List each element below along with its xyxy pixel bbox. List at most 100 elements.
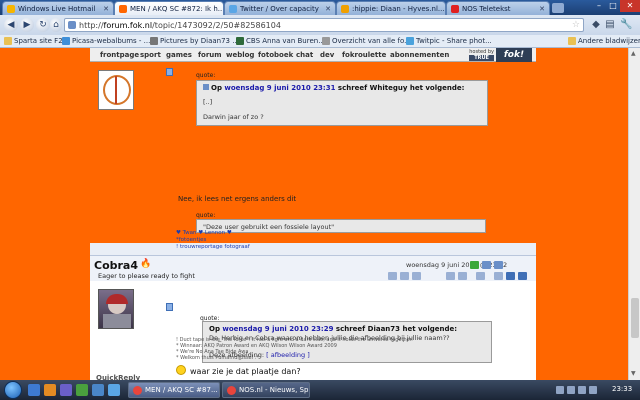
- post-date[interactable]: woensdag 9 juni 2010 @ 23:32: [406, 261, 507, 269]
- hosted-by-badge[interactable]: hosted by TRUE: [469, 49, 494, 61]
- messenger-icon[interactable]: [108, 384, 120, 396]
- multiquote-icon[interactable]: [476, 272, 485, 280]
- page-icon: [150, 37, 158, 45]
- nav-link[interactable]: chat: [296, 51, 313, 59]
- avatar[interactable]: [98, 70, 134, 110]
- tab-strip: Windows Live Hotmail ✕ MEN / AKQ SC #872…: [0, 0, 640, 15]
- quote-date-link[interactable]: woensdag 9 juni 2010 23:31: [224, 84, 335, 92]
- minimize-button[interactable]: –: [592, 0, 606, 12]
- signature: ! Duct tape is like "the force": It has …: [176, 337, 413, 361]
- forum-post: quote: Op woensdag 9 juni 2010 23:29 sch…: [90, 281, 536, 380]
- pm-icon[interactable]: [400, 272, 409, 280]
- profile-icon[interactable]: [388, 272, 397, 280]
- smiley-icon: [176, 365, 186, 375]
- page-icon: [68, 21, 76, 29]
- page-viewport: frontpage sport games forum weblog fotob…: [0, 48, 628, 380]
- quote-text: Darwin jaar of zo ?: [203, 113, 264, 121]
- explorer-icon[interactable]: [28, 384, 40, 396]
- back-button[interactable]: ◀: [4, 18, 18, 32]
- signature-link[interactable]: *fotoentjes: [176, 237, 250, 244]
- tab-hyves[interactable]: :hippie: Diaan - Hyves.nl... ✕: [336, 1, 446, 15]
- nav-link[interactable]: forum: [198, 51, 222, 59]
- username[interactable]: Cobra4: [94, 259, 138, 272]
- nav-link[interactable]: sport: [140, 51, 161, 59]
- warn-icon[interactable]: [412, 272, 421, 280]
- report-icon[interactable]: [494, 261, 503, 269]
- clock[interactable]: 23:33: [612, 385, 632, 393]
- taskbar: MEN / AKQ SC #87... NOS.nl - Nieuws, Sp.…: [0, 380, 640, 400]
- bookmark-item[interactable]: Twitpic - Share phot...: [406, 37, 492, 45]
- bookmark-item[interactable]: CBS Anna van Buren...: [236, 37, 325, 45]
- scrollbar[interactable]: ▲ ▼: [628, 48, 640, 380]
- app-icon[interactable]: [76, 384, 88, 396]
- tab-nos[interactable]: NOS Teletekst ✕: [446, 1, 550, 15]
- reload-button[interactable]: ↻: [36, 18, 50, 32]
- hotmail-icon: [7, 4, 15, 13]
- bookmark-item[interactable]: Picasa-webalbums - ...: [62, 37, 150, 45]
- message-icon[interactable]: [166, 68, 173, 76]
- nav-link[interactable]: games: [166, 51, 192, 59]
- taskbar-button[interactable]: MEN / AKQ SC #87...: [128, 382, 220, 398]
- quote-ellipsis-link[interactable]: [..]: [203, 98, 212, 106]
- avatar[interactable]: [98, 289, 134, 329]
- new-tab-button[interactable]: [552, 3, 564, 13]
- volume-icon[interactable]: [589, 386, 597, 394]
- tab-forum[interactable]: MEN / AKQ SC #872: Ik h... ✕: [114, 1, 224, 15]
- nav-link[interactable]: fotoboek: [258, 51, 293, 59]
- home-button[interactable]: ⌂: [50, 18, 62, 32]
- reply-button[interactable]: [518, 272, 527, 280]
- browser-icon[interactable]: [92, 384, 104, 396]
- taskbar-button[interactable]: NOS.nl - Nieuws, Sp...: [222, 382, 310, 398]
- other-bookmarks[interactable]: Andere bladwijzers: [568, 37, 640, 45]
- message-icon[interactable]: [166, 303, 173, 311]
- nav-link[interactable]: weblog: [226, 51, 254, 59]
- close-tab-icon[interactable]: ✕: [100, 5, 109, 13]
- page-menu-icon[interactable]: ▤: [604, 19, 616, 31]
- tab-label: NOS Teletekst: [462, 4, 511, 13]
- media-icon[interactable]: [44, 384, 56, 396]
- fok-logo[interactable]: fok!: [496, 48, 532, 62]
- bookmark-item[interactable]: Overzicht van alle fo...: [322, 37, 411, 45]
- start-button[interactable]: [4, 381, 22, 399]
- scroll-down-icon[interactable]: ▼: [631, 370, 636, 377]
- link-icon[interactable]: [458, 272, 467, 280]
- tab-label: Windows Live Hotmail: [18, 4, 96, 13]
- forum-content: frontpage sport games forum weblog fotob…: [90, 48, 536, 380]
- quote-button[interactable]: [506, 272, 515, 280]
- desktop-icon[interactable]: [60, 384, 72, 396]
- tab-twitter[interactable]: Twitter / Over capacity ✕: [224, 1, 336, 15]
- nav-link[interactable]: abonnementen: [390, 51, 449, 59]
- close-window-button[interactable]: ✕: [620, 0, 640, 12]
- bookmark-item[interactable]: Sparta site F2: [4, 37, 63, 45]
- picasa-icon: [62, 37, 70, 45]
- tab-hotmail[interactable]: Windows Live Hotmail ✕: [2, 1, 114, 15]
- scroll-thumb[interactable]: [631, 298, 639, 338]
- nav-link[interactable]: frontpage: [100, 51, 139, 59]
- quote-date-link[interactable]: woensdag 9 juni 2010 23:29: [222, 325, 333, 333]
- page-icon: [322, 37, 330, 45]
- network-icon[interactable]: [578, 386, 586, 394]
- close-tab-icon[interactable]: ✕: [322, 5, 331, 13]
- close-tab-icon[interactable]: ✕: [536, 5, 545, 13]
- tray-icon[interactable]: [556, 386, 564, 394]
- quote-box: Op woensdag 9 juni 2010 23:31 schreef Wh…: [196, 80, 488, 126]
- folder-icon: [4, 37, 12, 45]
- extension-icon[interactable]: ◆: [590, 19, 602, 31]
- tag-icon[interactable]: [494, 272, 503, 280]
- signature-link[interactable]: ! trouwreportage fotograaf: [176, 244, 250, 251]
- forward-button[interactable]: ▶: [20, 18, 34, 32]
- tray-icon[interactable]: [567, 386, 575, 394]
- post-body: Nee, ik lees net ergens anders dit: [178, 195, 297, 203]
- nav-link[interactable]: dev: [320, 51, 334, 59]
- bookmark-star-icon[interactable]: ☆: [572, 20, 580, 30]
- address-bar[interactable]: http://forum.fok.nl/topic/1473092/2/50#8…: [64, 18, 584, 32]
- maximize-button[interactable]: □: [606, 0, 620, 12]
- twitpic-icon: [406, 37, 414, 45]
- quote-label: quote:: [196, 212, 216, 219]
- wrench-icon[interactable]: 🔧: [620, 19, 632, 31]
- edit-icon[interactable]: [482, 261, 491, 269]
- view-icon[interactable]: [446, 272, 455, 280]
- bookmark-item[interactable]: Pictures by Diaan73 ...: [150, 37, 239, 45]
- nav-link[interactable]: fokroulette: [342, 51, 386, 59]
- scroll-up-icon[interactable]: ▲: [631, 50, 636, 57]
